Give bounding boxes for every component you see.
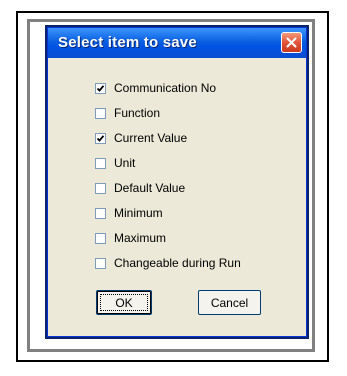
checkbox-label: Unit xyxy=(114,156,136,170)
checkbox-current-value[interactable]: Current Value xyxy=(95,130,187,146)
checkbox-label: Default Value xyxy=(114,181,186,195)
checkbox-communication-no[interactable]: Communication No xyxy=(95,80,216,96)
checkbox-label: Communication No xyxy=(114,81,217,95)
checkbox-maximum[interactable]: Maximum xyxy=(95,230,166,246)
checkbox-box[interactable] xyxy=(95,232,106,244)
ok-button[interactable]: OK xyxy=(96,290,152,315)
close-icon xyxy=(286,37,297,48)
checkbox-label: Maximum xyxy=(114,231,167,245)
checkbox-box[interactable] xyxy=(95,132,106,144)
checkmark-icon xyxy=(96,134,105,142)
dialog-titlebar[interactable]: Select item to save xyxy=(48,28,306,58)
checkbox-box[interactable] xyxy=(95,82,106,94)
checkbox-label: Current Value xyxy=(114,131,188,145)
cancel-button[interactable]: Cancel xyxy=(198,290,261,315)
checkbox-box[interactable] xyxy=(95,257,106,269)
checkbox-label: Minimum xyxy=(114,206,163,220)
checkbox-label: Function xyxy=(114,106,161,120)
dialog-title: Select item to save xyxy=(58,34,197,51)
checkbox-default-value[interactable]: Default Value xyxy=(95,180,185,196)
checkbox-unit[interactable]: Unit xyxy=(95,155,135,171)
checkbox-box[interactable] xyxy=(95,182,106,194)
checkbox-label: Changeable during Run xyxy=(114,256,241,270)
close-button[interactable] xyxy=(281,32,302,53)
dialog-content: Communication No Function Current Value … xyxy=(48,58,306,336)
select-item-dialog: Select item to save Communication No Fun… xyxy=(47,27,307,337)
checkmark-icon xyxy=(96,84,105,92)
checkbox-box[interactable] xyxy=(95,107,106,119)
checkbox-minimum[interactable]: Minimum xyxy=(95,205,163,221)
cancel-label: Cancel xyxy=(210,295,249,310)
focus-rect xyxy=(100,294,148,311)
checkbox-box[interactable] xyxy=(95,157,106,169)
checkbox-changeable-during-run[interactable]: Changeable during Run xyxy=(95,255,241,271)
checkbox-function[interactable]: Function xyxy=(95,105,160,121)
checkbox-box[interactable] xyxy=(95,207,106,219)
